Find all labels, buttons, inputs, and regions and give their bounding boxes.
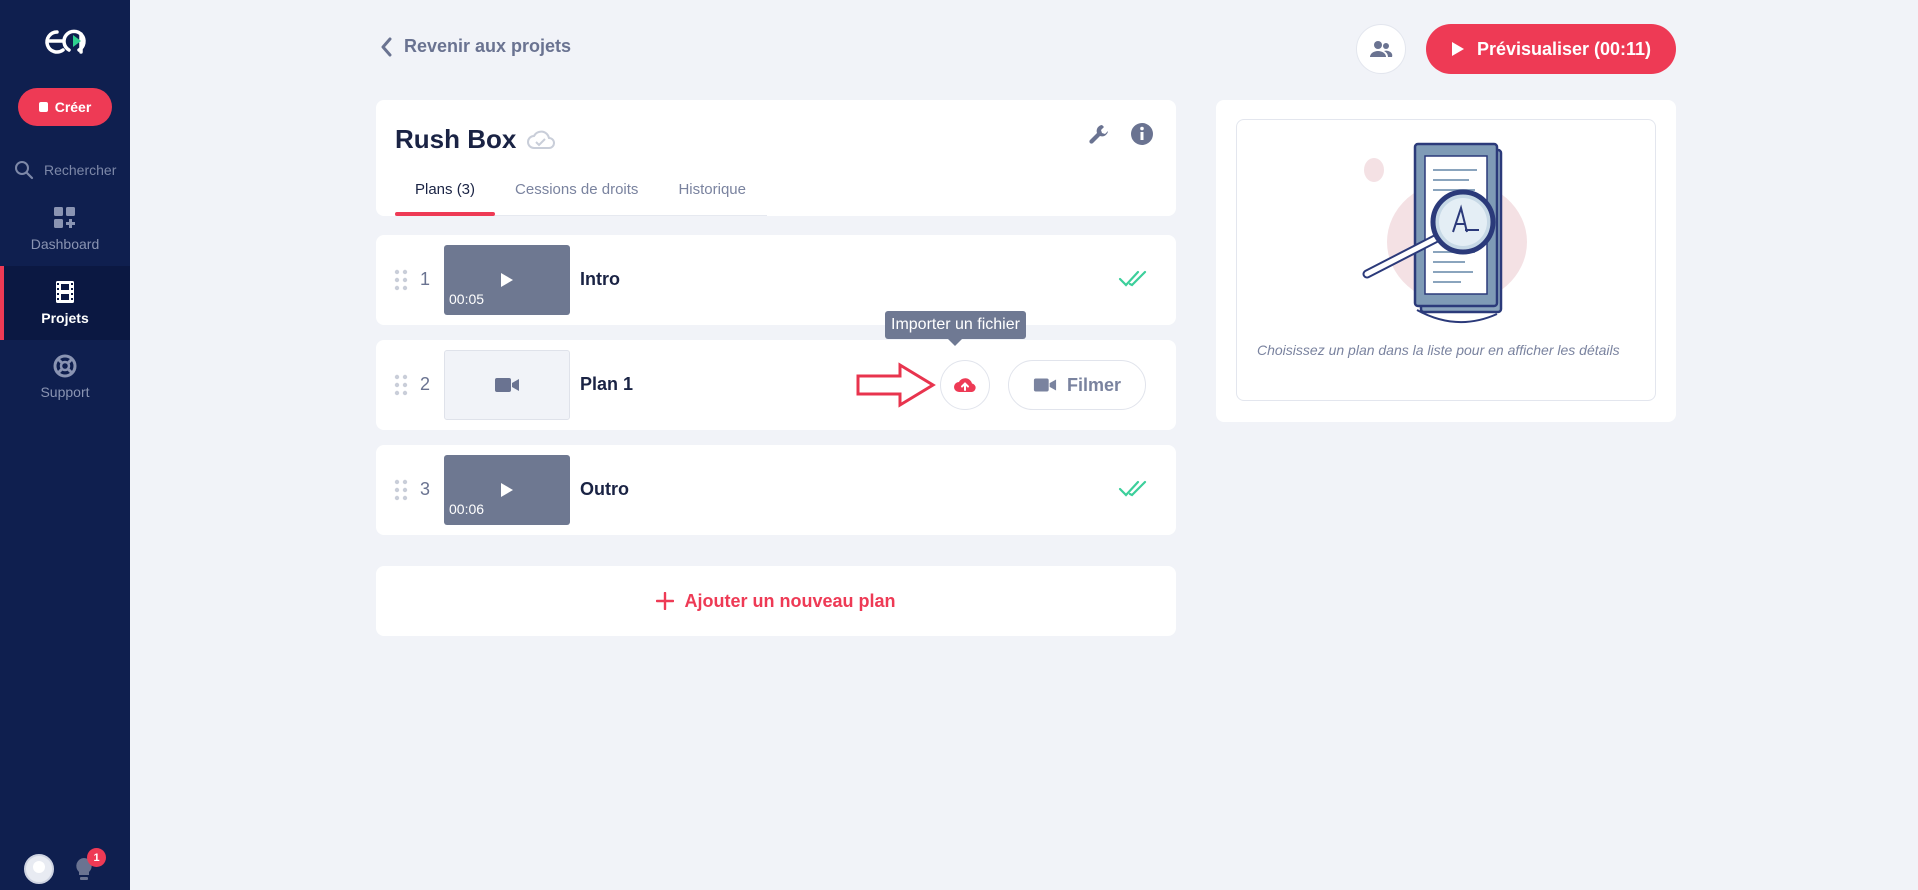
plan-number: 2 [420,374,431,394]
project-header-card: Rush Box Plans (3) Cessions de droits Hi… [376,100,1176,216]
plan-number: 1 [420,269,431,289]
search-label: Rechercher [44,162,117,178]
plan-duration: 00:06 [449,501,485,517]
app-logo[interactable] [37,20,93,60]
create-button[interactable]: Créer [18,88,112,126]
double-check-icon [1118,480,1147,497]
double-check-icon [1118,270,1147,287]
search-icon [15,161,34,180]
plan-detail-empty-state: Choisissez un plan dans la liste pour en… [1236,119,1656,401]
back-to-projects-link[interactable]: Revenir aux projets [380,36,571,57]
film-button[interactable]: Filmer [1008,360,1146,410]
play-icon [501,483,513,497]
project-title: Rush Box [395,124,556,155]
users-icon [1370,41,1393,57]
sidebar-item-dashboard[interactable]: Dashboard [0,192,130,266]
sidebar-footer: 1 [0,848,130,884]
create-icon [38,102,48,112]
plan-thumbnail[interactable]: 00:05 [444,245,570,315]
dashboard-icon [54,207,75,228]
plan-row[interactable]: 3 00:06 Outro [376,445,1176,535]
plan-duration: 00:05 [449,291,485,307]
preview-button[interactable]: Prévisualiser (00:11) [1426,24,1676,74]
lifebuoy-icon [53,354,77,378]
plan-thumbnail[interactable]: 00:06 [444,455,570,525]
video-camera-icon [1033,378,1057,392]
create-label: Créer [54,99,92,115]
drag-handle-icon[interactable] [394,269,408,291]
play-icon [1451,42,1464,56]
plus-icon [656,592,675,610]
plan-name: Outro [580,479,629,499]
preview-label: Prévisualiser (00:11) [1476,38,1652,59]
tab-historique[interactable]: Historique [658,181,766,216]
back-label: Revenir aux projets [404,36,572,56]
avatar[interactable] [24,854,54,884]
project-tools [1088,122,1154,146]
plan-name: Plan 1 [580,374,634,394]
drag-handle-icon[interactable] [394,479,408,501]
notifications-button[interactable]: 1 [72,848,106,882]
sidebar: Créer Rechercher Dashboard Projets Suppo… [0,0,130,890]
wrench-icon[interactable] [1088,123,1110,145]
plan-row[interactable]: 2 Plan 1 Filmer [376,340,1176,430]
cloud-check-icon [527,130,556,149]
plan-name: Intro [580,269,620,289]
drag-handle-icon[interactable] [394,374,408,396]
sidebar-item-support[interactable]: Support [0,340,130,414]
tab-cessions-de-droits[interactable]: Cessions de droits [495,181,658,216]
film-icon [56,281,74,303]
add-plan-button[interactable]: Ajouter un nouveau plan [376,566,1176,636]
project-tabs: Plans (3) Cessions de droits Historique [395,181,766,216]
chevron-left-icon [381,37,392,56]
collaborators-button[interactable] [1356,24,1406,74]
arrow-right-icon [856,362,936,408]
sidebar-item-label: Projets [41,310,89,326]
video-camera-icon [495,378,519,392]
tab-plans[interactable]: Plans (3) [395,181,496,216]
plan-row[interactable]: 1 00:05 Intro [376,235,1176,325]
upload-file-button[interactable] [940,360,990,410]
sidebar-item-projets[interactable]: Projets [0,266,130,340]
plan-number: 3 [420,479,431,499]
cloud-upload-icon [954,378,976,392]
search-link[interactable]: Rechercher [0,160,130,180]
notification-badge: 1 [87,848,106,867]
info-icon[interactable] [1130,122,1154,146]
plan-thumbnail-empty[interactable] [444,350,570,420]
sidebar-item-label: Support [40,384,90,400]
detail-empty-text: Choisissez un plan dans la liste pour en… [1257,342,1620,358]
play-icon [501,273,513,287]
add-plan-label: Ajouter un nouveau plan [684,590,896,611]
plan-detail-panel: Choisissez un plan dans la liste pour en… [1216,100,1676,422]
film-label: Filmer [1066,374,1122,395]
sidebar-item-label: Dashboard [30,236,100,252]
document-magnifier-illustration [1362,142,1527,323]
upload-tooltip: Importer un fichier [885,311,1026,346]
project-title-text: Rush Box [395,124,517,154]
